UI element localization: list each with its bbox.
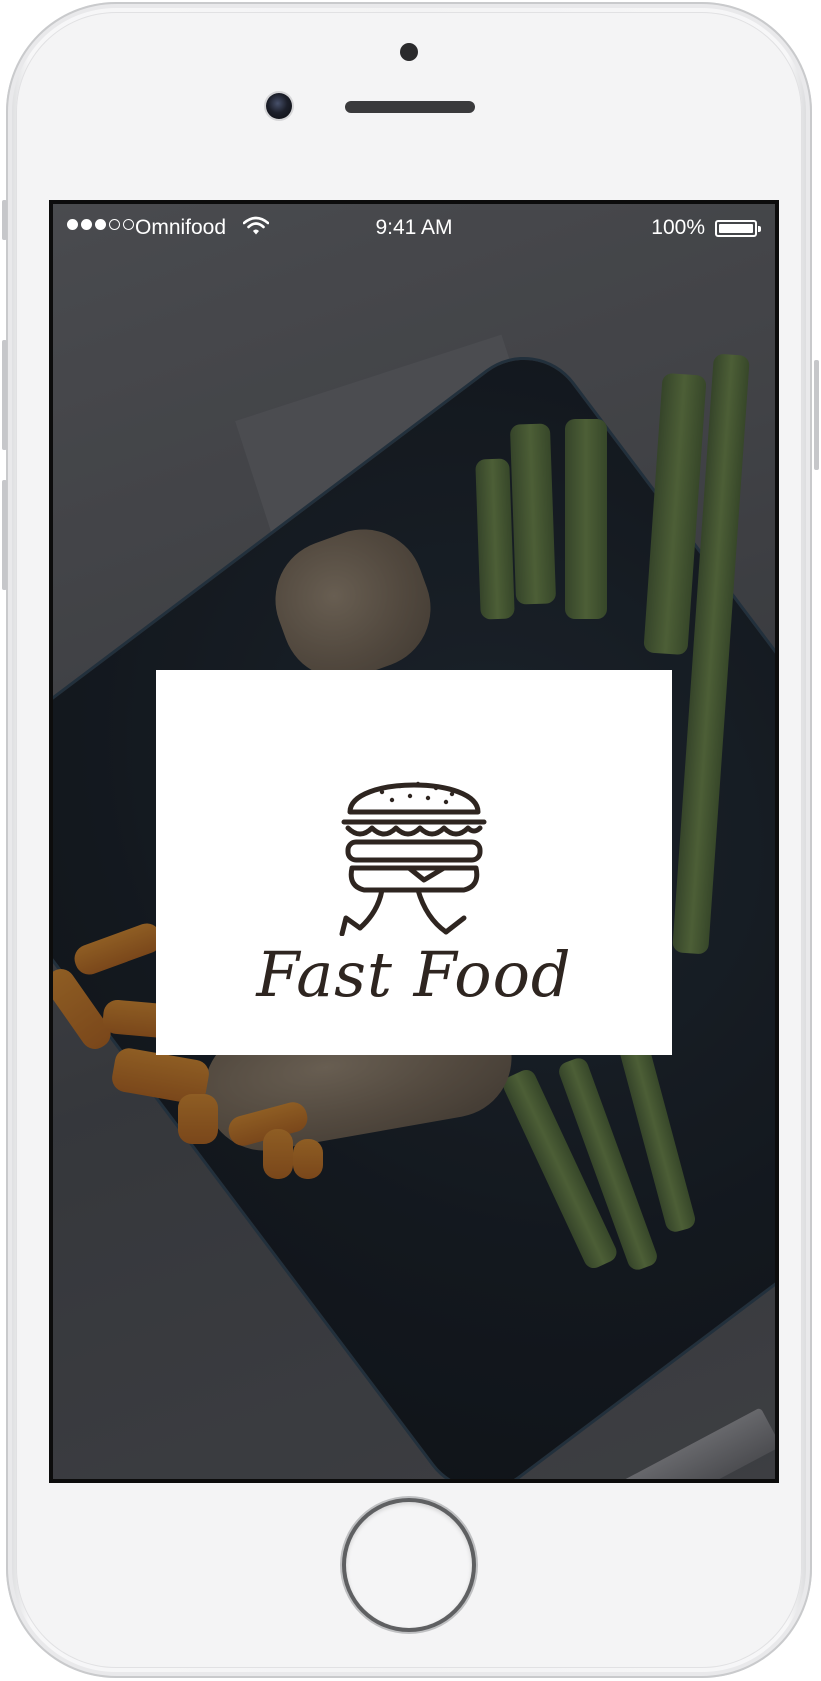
battery-icon [715,220,761,237]
splash-logo-card: Fast Food [156,670,672,1055]
battery-percentage: 100% [651,216,705,239]
status-bar: Omnifood 9:41 AM 100% [53,204,775,250]
home-button[interactable] [346,1502,472,1628]
front-camera-icon [266,93,292,119]
volume-up-button [2,340,7,450]
mute-switch [2,200,7,240]
power-button [814,360,819,470]
volume-down-button [2,480,7,590]
proximity-sensor [400,43,418,61]
earpiece-speaker [345,101,475,113]
phone-screen[interactable]: Omnifood 9:41 AM 100% Fast Food [49,200,779,1483]
brand-name: Fast Food [256,938,572,1011]
running-burger-icon [339,781,487,936]
fork [543,1480,779,1483]
